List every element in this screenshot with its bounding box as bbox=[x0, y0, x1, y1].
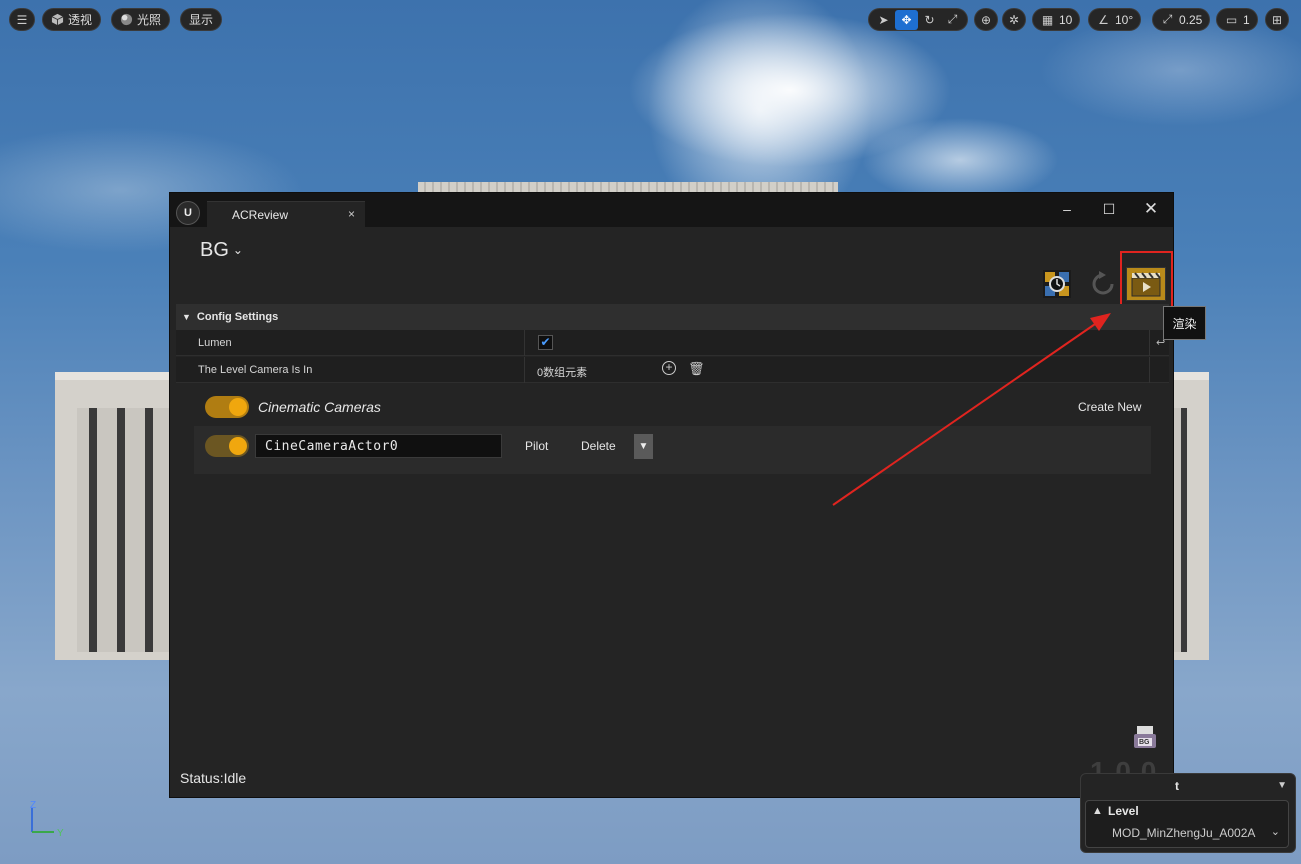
status-text: Status:Idle bbox=[180, 770, 246, 786]
perspective-button[interactable]: 透视 bbox=[42, 8, 102, 31]
cinematic-cameras-title: Cinematic Cameras bbox=[258, 399, 381, 415]
acreview-window: U ACReview × – ☐ ✕ BG ⌄ ▼ Config Setting… bbox=[169, 192, 1174, 798]
surface-snap-icon: ✲ bbox=[1008, 12, 1020, 27]
property-row-lumen: Lumen ✔ ↩ bbox=[176, 330, 1169, 356]
dropdown-arrow-icon: ▼ bbox=[638, 441, 649, 452]
lumen-label: Lumen bbox=[198, 337, 232, 349]
camera-speed-value: 1 bbox=[1243, 12, 1250, 27]
lighting-label: 光照 bbox=[137, 13, 162, 27]
transform-tools: ➤ ✥ ↻ ⤢ bbox=[868, 8, 968, 31]
camera-row: CineCameraActor0 Pilot Delete ▼ bbox=[194, 426, 1151, 474]
axis-y-label: Y bbox=[57, 828, 64, 839]
window-titlebar: U ACReview × – ☐ ✕ bbox=[170, 193, 1173, 227]
show-button[interactable]: 显示 bbox=[180, 8, 223, 31]
collapse-triangle-icon: ▼ bbox=[182, 312, 191, 322]
maximize-button[interactable]: ☐ bbox=[1089, 197, 1129, 221]
minimize-button[interactable]: – bbox=[1047, 197, 1087, 221]
outliner-panel: t ▼ ▲ Level MOD_MinZhengJu_A002A ⌄ bbox=[1080, 773, 1296, 853]
perspective-label: 透视 bbox=[68, 13, 93, 27]
chevron-down-icon: ⌄ bbox=[1270, 826, 1280, 838]
scale-tool-icon[interactable]: ⤢ bbox=[941, 10, 964, 30]
status-label: Status: bbox=[180, 770, 224, 786]
capture-tool-button[interactable] bbox=[1040, 267, 1074, 301]
grid-icon: ▦ bbox=[1041, 12, 1054, 27]
lumen-checkbox[interactable]: ✔ bbox=[538, 335, 553, 350]
print-badge-label: BG bbox=[1139, 739, 1150, 746]
level-selector[interactable]: ▲ Level MOD_MinZhengJu_A002A ⌄ bbox=[1085, 800, 1289, 848]
array-elements-value: 0数组元素 bbox=[537, 367, 588, 379]
cube-icon bbox=[51, 13, 64, 26]
property-row-level-camera: The Level Camera Is In 0数组元素 + 🗑 bbox=[176, 357, 1169, 383]
tab-close-icon[interactable]: × bbox=[348, 207, 355, 221]
bg-title-label: BG bbox=[200, 239, 229, 261]
cinematic-cameras-toggle[interactable] bbox=[205, 396, 249, 418]
grid-snap[interactable]: ▦ 10 bbox=[1032, 8, 1081, 31]
level-name: MOD_MinZhengJu_A002A bbox=[1112, 826, 1256, 840]
camera-icon: ▭ bbox=[1225, 12, 1238, 27]
lighting-button[interactable]: 光照 bbox=[111, 8, 171, 31]
print-button[interactable]: BG bbox=[1132, 725, 1158, 751]
create-new-button[interactable]: Create New bbox=[1078, 400, 1141, 414]
config-settings-title: Config Settings bbox=[196, 311, 279, 323]
refresh-icon bbox=[1092, 271, 1114, 295]
viewport-layout-button[interactable]: ⊞ bbox=[1265, 8, 1289, 31]
grid-snap-value: 10 bbox=[1059, 12, 1073, 27]
config-settings-header[interactable]: ▼ Config Settings bbox=[176, 304, 1169, 330]
close-button[interactable]: ✕ bbox=[1131, 197, 1171, 221]
rotate-tool-icon[interactable]: ↻ bbox=[918, 10, 941, 30]
globe-icon: ⊕ bbox=[980, 12, 992, 27]
layout-grid-icon: ⊞ bbox=[1271, 12, 1283, 27]
printer-icon bbox=[1134, 726, 1156, 748]
level-camera-label: The Level Camera Is In bbox=[198, 364, 313, 376]
angle-icon: ∠ bbox=[1098, 12, 1109, 27]
unreal-logo-icon: U bbox=[176, 201, 200, 225]
pilot-button[interactable]: Pilot bbox=[525, 439, 548, 453]
bg-dropdown[interactable]: BG ⌄ bbox=[200, 239, 243, 262]
surface-snap-toggle[interactable]: ✲ bbox=[1002, 8, 1026, 31]
rotation-snap-value: 10° bbox=[1115, 12, 1134, 27]
reset-button[interactable] bbox=[1086, 267, 1120, 301]
axis-gizmo: Z Y bbox=[30, 800, 64, 839]
add-element-icon[interactable]: + bbox=[662, 361, 676, 375]
scale-snap-icon: ⤢ bbox=[1162, 12, 1173, 26]
camera-name-field[interactable]: CineCameraActor0 bbox=[255, 434, 502, 458]
outliner-dropdown-icon[interactable]: ▼ bbox=[1277, 780, 1287, 791]
status-value: Idle bbox=[223, 770, 247, 786]
camera-enable-toggle[interactable] bbox=[205, 435, 249, 457]
camera-speed[interactable]: ▭ 1 bbox=[1216, 8, 1258, 31]
delete-button[interactable]: Delete bbox=[581, 439, 616, 453]
hamburger-icon: ☰ bbox=[16, 12, 28, 27]
world-local-toggle[interactable]: ⊕ bbox=[974, 8, 998, 31]
chevron-down-icon: ⌄ bbox=[232, 243, 243, 257]
scale-snap[interactable]: ⤢ 0.25 bbox=[1152, 8, 1211, 31]
translate-tool-icon[interactable]: ✥ bbox=[895, 9, 918, 30]
rotation-snap[interactable]: ∠ 10° bbox=[1088, 8, 1142, 31]
lit-sphere-icon bbox=[120, 13, 133, 26]
scale-snap-value: 0.25 bbox=[1179, 12, 1203, 27]
show-label: 显示 bbox=[189, 13, 214, 27]
tab-acreview[interactable]: ACReview × bbox=[207, 201, 365, 227]
camera-options-dropdown[interactable]: ▼ bbox=[634, 434, 653, 459]
tab-label: ACReview bbox=[232, 208, 289, 222]
level-icon: ▲ bbox=[1092, 805, 1103, 817]
highlight-box bbox=[1120, 251, 1173, 309]
render-tooltip: 渲染 bbox=[1163, 306, 1206, 340]
level-label: Level bbox=[1108, 804, 1139, 818]
outliner-header: t bbox=[1175, 779, 1179, 793]
trash-icon[interactable]: 🗑 bbox=[688, 361, 705, 377]
capture-icon bbox=[1043, 270, 1071, 298]
axis-z-label: Z bbox=[30, 800, 36, 811]
viewport-menu-button[interactable]: ☰ bbox=[9, 8, 35, 31]
select-tool-icon[interactable]: ➤ bbox=[872, 10, 895, 30]
